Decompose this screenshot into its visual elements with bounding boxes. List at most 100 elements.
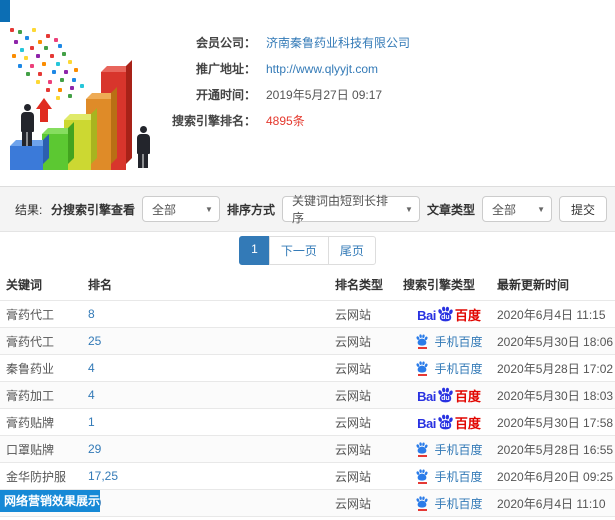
updated-cell: 2020年6月4日 11:15 xyxy=(497,307,606,322)
member-info-list: 会员公司： 济南秦鲁药业科技有限公司 推广地址： http://www.qlyyjt… xyxy=(168,36,410,140)
keyword-cell: 口罩贴牌 xyxy=(6,442,55,457)
chevron-down-icon: ▼ xyxy=(537,204,545,214)
results-label: 结果: xyxy=(15,202,43,217)
article-type-select[interactable]: 全部 ▼ xyxy=(481,196,552,222)
col-engine-type: 搜索引擎类型 xyxy=(403,277,476,292)
next-page-button[interactable]: 下一页 xyxy=(268,235,329,265)
updated-cell: 2020年5月28日 17:02 xyxy=(497,361,614,376)
rank-link[interactable]: 4 xyxy=(88,388,95,402)
engine-cell: 手机百度 xyxy=(403,441,495,458)
table-row: 膏药加工 4 云网站 Bai du 百度 2020年5月30日 18:03 xyxy=(0,381,615,408)
table-row: 秦鲁药业 4 云网站 手机百度 2020年5月28日 17:02 xyxy=(0,354,615,381)
keyword-cell: 秦鲁药业 xyxy=(6,361,55,376)
rank-type-cell: 云网站 xyxy=(335,361,372,376)
blue-bar-icon xyxy=(10,146,43,170)
keyword-cell: 膏药加工 xyxy=(6,388,55,403)
promo-url-row: 推广地址： http://www.qlyyjt.com xyxy=(168,62,410,76)
member-company-row: 会员公司： 济南秦鲁药业科技有限公司 xyxy=(168,36,410,50)
rank-link[interactable]: 25 xyxy=(88,334,101,348)
updated-cell: 2020年5月28日 16:55 xyxy=(497,442,614,457)
engine-cell: Bai du 百度 xyxy=(403,414,495,430)
mobile-baidu-paw-icon xyxy=(415,361,429,376)
up-arrow-icon xyxy=(36,98,52,122)
last-page-button[interactable]: 尾页 xyxy=(327,235,376,265)
table-header: 关键词 排名 排名类型 搜索引擎类型 最新更新时间 xyxy=(0,268,615,300)
article-type-value: 全部 xyxy=(491,202,516,217)
baidu-paw-icon: du xyxy=(437,387,454,403)
confetti-dots-icon xyxy=(10,28,14,32)
engine-cell: Bai du 百度 xyxy=(403,306,495,322)
rank-type-cell: 云网站 xyxy=(335,442,372,457)
keyword-cell: 膏药代工 xyxy=(6,334,55,349)
ranking-count-row: 搜索引擎排名： 4895条 xyxy=(168,114,410,128)
baidu-paw-icon: du xyxy=(437,306,454,322)
updated-cell: 2020年5月30日 18:06 xyxy=(497,334,614,349)
promo-url-link[interactable]: http://www.qlyyjt.com xyxy=(266,62,378,76)
ranking-count-value: 4895条 xyxy=(266,114,305,128)
rank-type-cell: 云网站 xyxy=(335,415,372,430)
mobile-baidu-paw-icon xyxy=(415,442,429,457)
page-title: 网络营销效果展示 xyxy=(0,490,101,512)
chevron-down-icon: ▼ xyxy=(405,204,413,214)
baidu-logo: Bai du 百度 xyxy=(417,306,481,322)
sort-filter-label: 排序方式 xyxy=(226,202,275,217)
pagination: 1 下一页 尾页 xyxy=(239,235,376,265)
engine-cell: Bai du 百度 xyxy=(403,387,495,403)
rank-type-cell: 云网站 xyxy=(335,307,372,322)
promo-url-label: 推广地址： xyxy=(195,62,256,76)
keyword-cell: 金华防护服 xyxy=(6,469,67,484)
mobile-baidu-badge: 手机百度 xyxy=(415,495,483,512)
table-row: 口罩贴牌 29 云网站 手机百度 2020年5月28日 16:55 xyxy=(0,435,615,462)
baidu-logo: Bai du 百度 xyxy=(417,414,481,430)
updated-cell: 2020年6月4日 11:10 xyxy=(497,496,606,511)
title-bar: 网络营销效果展示 xyxy=(0,0,615,512)
chevron-down-icon: ▼ xyxy=(205,204,213,214)
businessman-left-icon xyxy=(20,104,34,146)
col-updated: 最新更新时间 xyxy=(497,277,570,292)
article-type-label: 文章类型 xyxy=(426,202,475,217)
mobile-baidu-badge: 手机百度 xyxy=(415,360,483,377)
engine-filter-select[interactable]: 全部 ▼ xyxy=(141,196,220,222)
table-row: 膏药贴牌 1 云网站 Bai du 百度 2020年5月30日 17:58 xyxy=(0,408,615,435)
updated-cell: 2020年6月20日 09:25 xyxy=(497,469,614,484)
mobile-baidu-badge: 手机百度 xyxy=(415,333,483,350)
rank-type-cell: 云网站 xyxy=(335,334,372,349)
baidu-logo: Bai du 百度 xyxy=(417,387,481,403)
member-company-link[interactable]: 济南秦鲁药业科技有限公司 xyxy=(266,36,410,50)
rank-link[interactable]: 1 xyxy=(88,415,95,429)
rank-link[interactable]: 29 xyxy=(88,442,101,456)
engine-filter-label: 分搜索引擎查看 xyxy=(50,202,135,217)
open-time-label: 开通时间： xyxy=(195,88,256,102)
table-row: 膏药代工 25 云网站 手机百度 2020年5月30日 18:06 xyxy=(0,327,615,354)
rank-type-cell: 云网站 xyxy=(335,388,372,403)
engine-cell: 手机百度 xyxy=(403,360,495,377)
submit-button[interactable]: 提交 xyxy=(558,196,607,222)
col-rank-type: 排名类型 xyxy=(335,277,384,292)
rank-type-cell: 云网站 xyxy=(335,469,372,484)
engine-cell: 手机百度 xyxy=(403,495,495,512)
sort-filter-value: 关键词由短到长排序 xyxy=(291,194,388,225)
mobile-baidu-badge: 手机百度 xyxy=(415,468,483,485)
mobile-baidu-paw-icon xyxy=(415,469,429,484)
col-rank: 排名 xyxy=(88,277,113,292)
table-row: 膏药代工 8 云网站 Bai du 百度 2020年6月4日 11:15 xyxy=(0,300,615,327)
bar-chart-illustration-icon xyxy=(6,26,168,178)
mobile-baidu-paw-icon xyxy=(415,334,429,349)
rank-link[interactable]: 8 xyxy=(88,307,95,321)
engine-cell: 手机百度 xyxy=(403,333,495,350)
mobile-baidu-badge: 手机百度 xyxy=(415,441,483,458)
rank-type-cell: 云网站 xyxy=(335,496,372,511)
businessman-right-icon xyxy=(136,126,150,168)
mobile-baidu-paw-icon xyxy=(415,496,429,511)
page-1-button[interactable]: 1 xyxy=(239,235,270,265)
updated-cell: 2020年5月30日 17:58 xyxy=(497,415,614,430)
baidu-paw-icon: du xyxy=(437,414,454,430)
sort-filter-select[interactable]: 关键词由短到长排序 ▼ xyxy=(281,194,420,225)
rank-link[interactable]: 4 xyxy=(88,361,95,375)
marketing-results-page: 网络营销效果展示 会员公司： 济南秦鲁药业科技有限公司 推广地址： http:/… xyxy=(0,0,615,520)
filters-group: 分搜索引擎查看 全部 ▼ 排序方式 关键词由短到长排序 ▼ 文章类型 全部 ▼ … xyxy=(50,194,607,225)
table-row-partial xyxy=(0,516,615,520)
engine-cell: 手机百度 xyxy=(403,468,495,485)
member-company-label: 会员公司： xyxy=(195,36,256,50)
filter-bar: 结果: 分搜索引擎查看 全部 ▼ 排序方式 关键词由短到长排序 ▼ 文章类型 全… xyxy=(0,186,615,232)
